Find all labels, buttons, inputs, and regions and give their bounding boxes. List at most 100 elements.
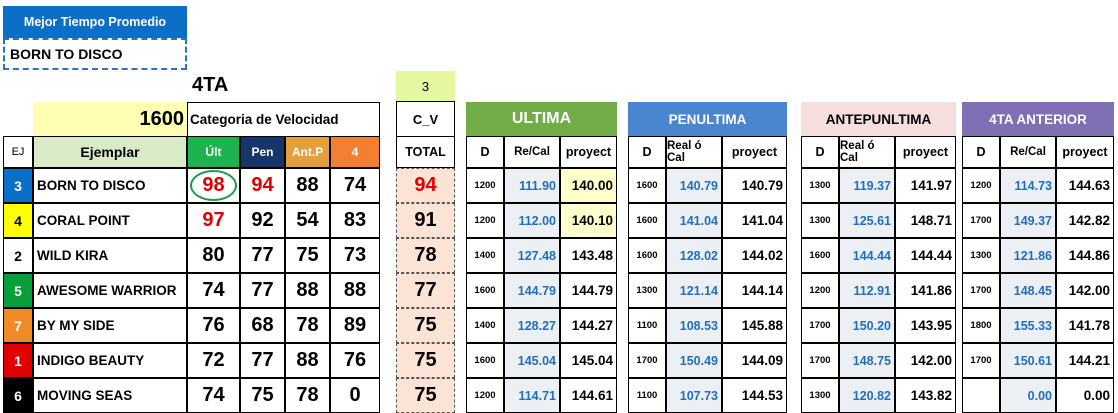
race-proyect: 141.78 [1056, 308, 1114, 343]
race-recal: 121.86 [1000, 238, 1056, 273]
speed-pen: 77 [240, 343, 285, 378]
speed-pen: 94 [240, 168, 285, 203]
race-recal: 112.00 [504, 203, 560, 238]
race-recal: 150.49 [666, 343, 722, 378]
race-proyect: 142.00 [895, 343, 956, 378]
speed-antp: 78 [285, 308, 330, 343]
race-recal: 114.71 [504, 378, 560, 413]
section-d-header: D [628, 136, 666, 168]
race-proyect: 143.95 [895, 308, 956, 343]
speed-four: 74 [330, 168, 380, 203]
total-score: 78 [396, 238, 455, 273]
race-distance: 1600 [628, 238, 666, 273]
speed-four: 89 [330, 308, 380, 343]
race-proyect: 144.27 [560, 308, 617, 343]
race-distance: 1700 [801, 308, 839, 343]
ej-badge: 3 [3, 168, 33, 203]
highlight-circle [190, 170, 237, 201]
section-title-2: ANTEPUNLTIMA [801, 102, 956, 136]
race-recal: 128.27 [504, 308, 560, 343]
race-distance: 1100 [628, 378, 666, 413]
speed-category-label: Categoria de Velocidad [187, 102, 380, 136]
speed-antp: 88 [285, 343, 330, 378]
total-score: 75 [396, 343, 455, 378]
section-title-1: PENULTIMA [628, 102, 787, 136]
race-distance: 1300 [801, 168, 839, 203]
race-proyect: 144.09 [722, 343, 787, 378]
race-recal: 121.14 [666, 273, 722, 308]
total-score: 77 [396, 273, 455, 308]
race-recal: 127.48 [504, 238, 560, 273]
ej-badge: 1 [3, 343, 33, 378]
race-proyect: 144.21 [1056, 343, 1114, 378]
horse-name: CORAL POINT [33, 203, 187, 238]
race-recal: 114.73 [1000, 168, 1056, 203]
race-distance: 1700 [962, 203, 1000, 238]
race-distance: 1600 [466, 273, 504, 308]
cv-value-cell: 3 [396, 71, 455, 101]
race-recal: 119.37 [839, 168, 895, 203]
speed-antp: 88 [285, 168, 330, 203]
race-proyect: 148.71 [895, 203, 956, 238]
race-recal: 155.33 [1000, 308, 1056, 343]
section-d-header: D [962, 136, 1000, 168]
race-recal: 111.90 [504, 168, 560, 203]
race-proyect: 144.53 [722, 378, 787, 413]
col-four: 4 [330, 136, 380, 168]
speed-antp: 54 [285, 203, 330, 238]
race-proyect: 144.86 [1056, 238, 1114, 273]
race-proyect: 144.63 [1056, 168, 1114, 203]
race-recal: 108.53 [666, 308, 722, 343]
ej-badge: 7 [3, 308, 33, 343]
speed-ult: 74 [187, 273, 240, 308]
race-proyect: 144.44 [895, 238, 956, 273]
race-recal: 120.82 [839, 378, 895, 413]
speed-antp: 78 [285, 378, 330, 413]
best-time-header: Mejor Tiempo Promedio [3, 6, 187, 38]
race-recal: 148.75 [839, 343, 895, 378]
section-recal-header: Re/Cal [504, 136, 560, 168]
race-distance: 1400 [466, 238, 504, 273]
horse-name: BORN TO DISCO [33, 168, 187, 203]
speed-pen: 77 [240, 238, 285, 273]
race-distance [962, 378, 1000, 413]
speed-four: 76 [330, 343, 380, 378]
speed-pen: 77 [240, 273, 285, 308]
speed-four: 0 [330, 378, 380, 413]
ej-badge: 4 [3, 203, 33, 238]
speed-pen: 92 [240, 203, 285, 238]
race-distance: 1700 [962, 273, 1000, 308]
race-proyect: 142.82 [1056, 203, 1114, 238]
race-distance: 1400 [466, 308, 504, 343]
col-antp: Ant.P [285, 136, 330, 168]
race-distance: 1700 [628, 343, 666, 378]
race-recal: 150.61 [1000, 343, 1056, 378]
best-horse-cell[interactable]: BORN TO DISCO [3, 38, 187, 70]
race-proyect: 144.02 [722, 238, 787, 273]
race-recal: 0.00 [1000, 378, 1056, 413]
race-distance: 1700 [801, 343, 839, 378]
race-recal: 107.73 [666, 378, 722, 413]
cv-label: C_V [396, 101, 455, 136]
race-distance: 1200 [466, 378, 504, 413]
race-proyect: 141.97 [895, 168, 956, 203]
horse-name: AWESOME WARRIOR [33, 273, 187, 308]
race-distance: 1600 [628, 203, 666, 238]
race-distance: 1200 [801, 273, 839, 308]
speed-ult: 72 [187, 343, 240, 378]
race-recal: 144.44 [839, 238, 895, 273]
race-proyect: 144.14 [722, 273, 787, 308]
race-proyect: 143.82 [895, 378, 956, 413]
race-recal: 148.45 [1000, 273, 1056, 308]
speed-four: 83 [330, 203, 380, 238]
category-title: 4TA [192, 74, 229, 96]
col-total: TOTAL [396, 136, 455, 168]
race-recal: 141.04 [666, 203, 722, 238]
total-score: 91 [396, 203, 455, 238]
ej-badge: 5 [3, 273, 33, 308]
race-distance: 1100 [628, 308, 666, 343]
section-recal-header: Real ó Cal [839, 136, 895, 168]
race-proyect: 140.10 [560, 203, 617, 238]
speed-ult: 76 [187, 308, 240, 343]
race-recal: 145.04 [504, 343, 560, 378]
